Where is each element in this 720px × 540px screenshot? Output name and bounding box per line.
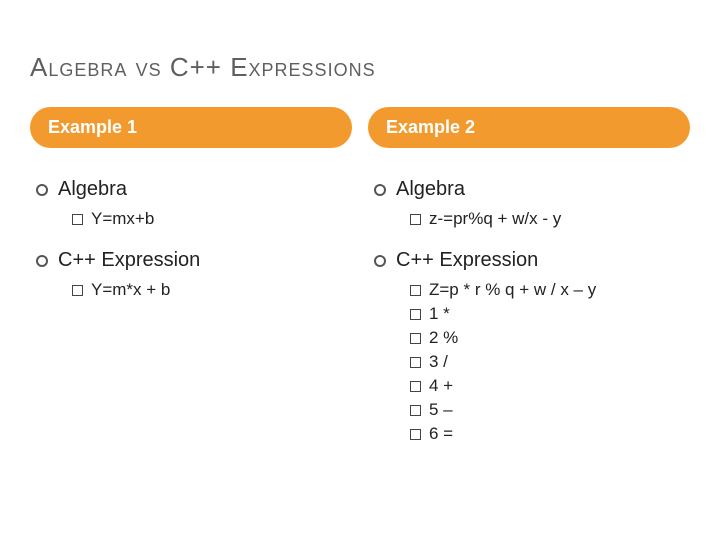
square-icon: [410, 381, 421, 392]
square-icon: [410, 357, 421, 368]
left-algebra-section: Algebra Y=mx+b: [30, 178, 352, 229]
right-cpp-section: C++ Expression Z=p * r % q + w / x – y 1…: [368, 249, 690, 444]
donut-icon: [374, 184, 386, 196]
square-icon: [410, 429, 421, 440]
list-item-text: 5 –: [429, 400, 453, 420]
right-cpp-item-5: 5 –: [410, 400, 690, 420]
example-1-pill: Example 1: [30, 107, 352, 148]
square-icon: [410, 285, 421, 296]
left-cpp-heading: C++ Expression: [58, 249, 200, 272]
right-cpp-heading-row: C++ Expression: [368, 249, 690, 272]
columns-container: Example 1 Algebra Y=mx+b C++ Expression …: [30, 107, 690, 464]
list-item-text: Z=p * r % q + w / x – y: [429, 280, 596, 300]
right-cpp-item-3: 3 /: [410, 352, 690, 372]
right-algebra-item: z-=pr%q + w/x - y: [410, 209, 690, 229]
square-icon: [72, 285, 83, 296]
square-icon: [72, 214, 83, 225]
left-cpp-heading-row: C++ Expression: [30, 249, 352, 272]
right-cpp-item-0: Z=p * r % q + w / x – y: [410, 280, 690, 300]
list-item-text: 3 /: [429, 352, 448, 372]
list-item-text: 4 +: [429, 376, 453, 396]
left-algebra-item-text: Y=mx+b: [91, 209, 154, 229]
right-cpp-item-1: 1 *: [410, 304, 690, 324]
left-algebra-item: Y=mx+b: [72, 209, 352, 229]
left-cpp-item: Y=m*x + b: [72, 280, 352, 300]
right-algebra-section: Algebra z-=pr%q + w/x - y: [368, 178, 690, 229]
square-icon: [410, 214, 421, 225]
list-item-text: 6 =: [429, 424, 453, 444]
example-2-pill: Example 2: [368, 107, 690, 148]
column-left: Example 1 Algebra Y=mx+b C++ Expression …: [30, 107, 352, 464]
slide-title: Algebra vs C++ Expressions: [30, 52, 690, 83]
left-cpp-item-text: Y=m*x + b: [91, 280, 170, 300]
column-right: Example 2 Algebra z-=pr%q + w/x - y C++ …: [368, 107, 690, 464]
right-algebra-item-text: z-=pr%q + w/x - y: [429, 209, 561, 229]
list-item-text: 2 %: [429, 328, 458, 348]
right-cpp-item-6: 6 =: [410, 424, 690, 444]
right-cpp-heading: C++ Expression: [396, 249, 538, 272]
right-cpp-item-4: 4 +: [410, 376, 690, 396]
left-cpp-section: C++ Expression Y=m*x + b: [30, 249, 352, 300]
list-item-text: 1 *: [429, 304, 450, 324]
donut-icon: [36, 255, 48, 267]
right-cpp-item-2: 2 %: [410, 328, 690, 348]
donut-icon: [374, 255, 386, 267]
right-algebra-heading-row: Algebra: [368, 178, 690, 201]
left-algebra-heading: Algebra: [58, 178, 127, 201]
square-icon: [410, 405, 421, 416]
square-icon: [410, 333, 421, 344]
donut-icon: [36, 184, 48, 196]
left-algebra-heading-row: Algebra: [30, 178, 352, 201]
right-algebra-heading: Algebra: [396, 178, 465, 201]
square-icon: [410, 309, 421, 320]
